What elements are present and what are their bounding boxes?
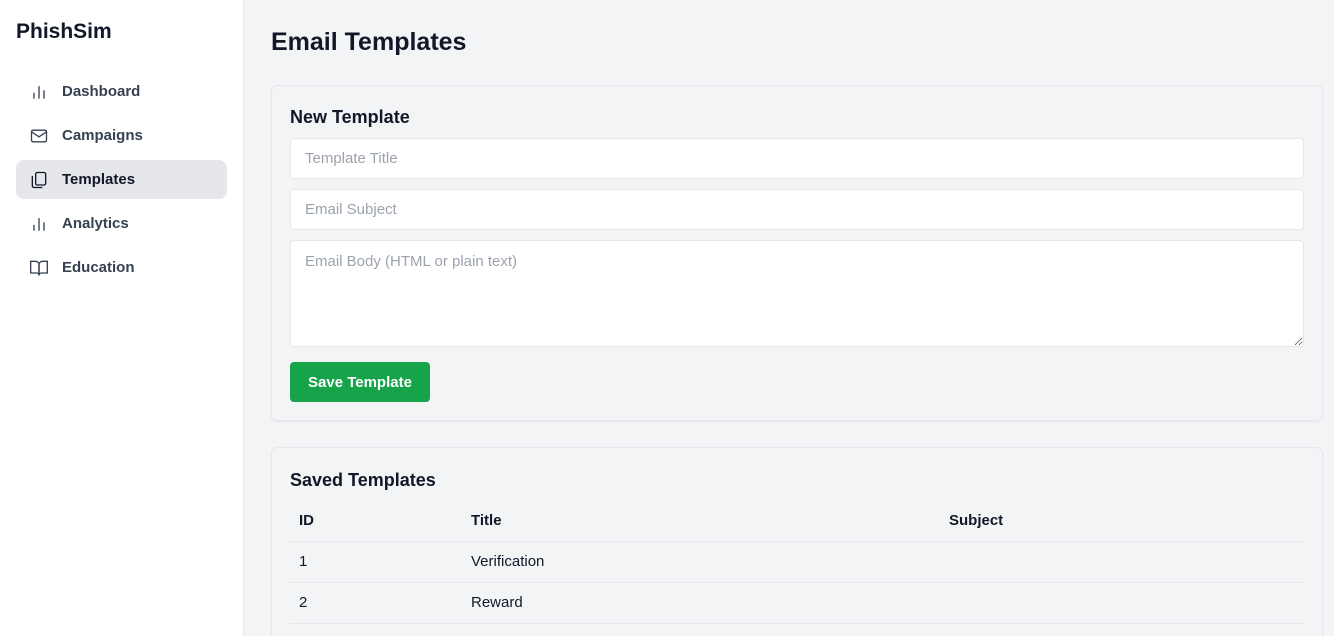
cell-subject xyxy=(940,582,1304,624)
template-title-input[interactable] xyxy=(290,138,1304,179)
cell-title: Reward xyxy=(462,582,940,624)
templates-table: ID Title Subject 1 Verification 2 Reward xyxy=(290,501,1304,624)
sidebar-item-education[interactable]: Education xyxy=(16,248,227,287)
sidebar-item-templates[interactable]: Templates xyxy=(16,160,227,199)
new-template-card: New Template Save Template xyxy=(271,85,1323,421)
sidebar-item-label: Analytics xyxy=(62,215,129,232)
sidebar-item-analytics[interactable]: Analytics xyxy=(16,204,227,243)
sidebar-item-label: Dashboard xyxy=(62,83,141,100)
copy-icon xyxy=(28,169,50,191)
column-header-id: ID xyxy=(290,501,462,542)
cell-id: 1 xyxy=(290,541,462,583)
sidebar-item-label: Templates xyxy=(62,171,136,188)
sidebar-item-dashboard[interactable]: Dashboard xyxy=(16,72,227,111)
email-body-textarea[interactable] xyxy=(290,240,1304,347)
sidebar: PhishSim Dashboard Campaigns Templates A… xyxy=(0,0,244,636)
sidebar-item-campaigns[interactable]: Campaigns xyxy=(16,116,227,155)
new-template-heading: New Template xyxy=(290,107,410,127)
page-title: Email Templates xyxy=(271,28,467,56)
cell-subject xyxy=(940,541,1304,583)
saved-templates-card: Saved Templates ID Title Subject 1 Verif… xyxy=(271,447,1323,636)
column-header-subject: Subject xyxy=(940,501,1304,542)
sidebar-item-label: Campaigns xyxy=(62,127,143,144)
mail-icon xyxy=(28,125,50,147)
bar-chart-icon xyxy=(28,81,50,103)
app-root: PhishSim Dashboard Campaigns Templates A… xyxy=(0,0,1334,636)
cell-id: 2 xyxy=(290,582,462,624)
main-content: Email Templates New Template Save Templa… xyxy=(244,0,1334,636)
email-subject-input[interactable] xyxy=(290,189,1304,230)
sidebar-item-label: Education xyxy=(62,259,135,276)
table-row[interactable]: 1 Verification xyxy=(290,541,1304,583)
sidebar-nav: Dashboard Campaigns Templates Analytics xyxy=(16,72,227,287)
saved-templates-heading: Saved Templates xyxy=(290,470,436,490)
bar-chart-icon xyxy=(28,213,50,235)
column-header-title: Title xyxy=(462,501,940,542)
table-header-row: ID Title Subject xyxy=(290,501,1304,542)
book-open-icon xyxy=(28,257,50,279)
table-row[interactable]: 2 Reward xyxy=(290,582,1304,624)
cell-title: Verification xyxy=(462,541,940,583)
brand-logo: PhishSim xyxy=(16,20,112,43)
save-template-button[interactable]: Save Template xyxy=(290,362,430,402)
